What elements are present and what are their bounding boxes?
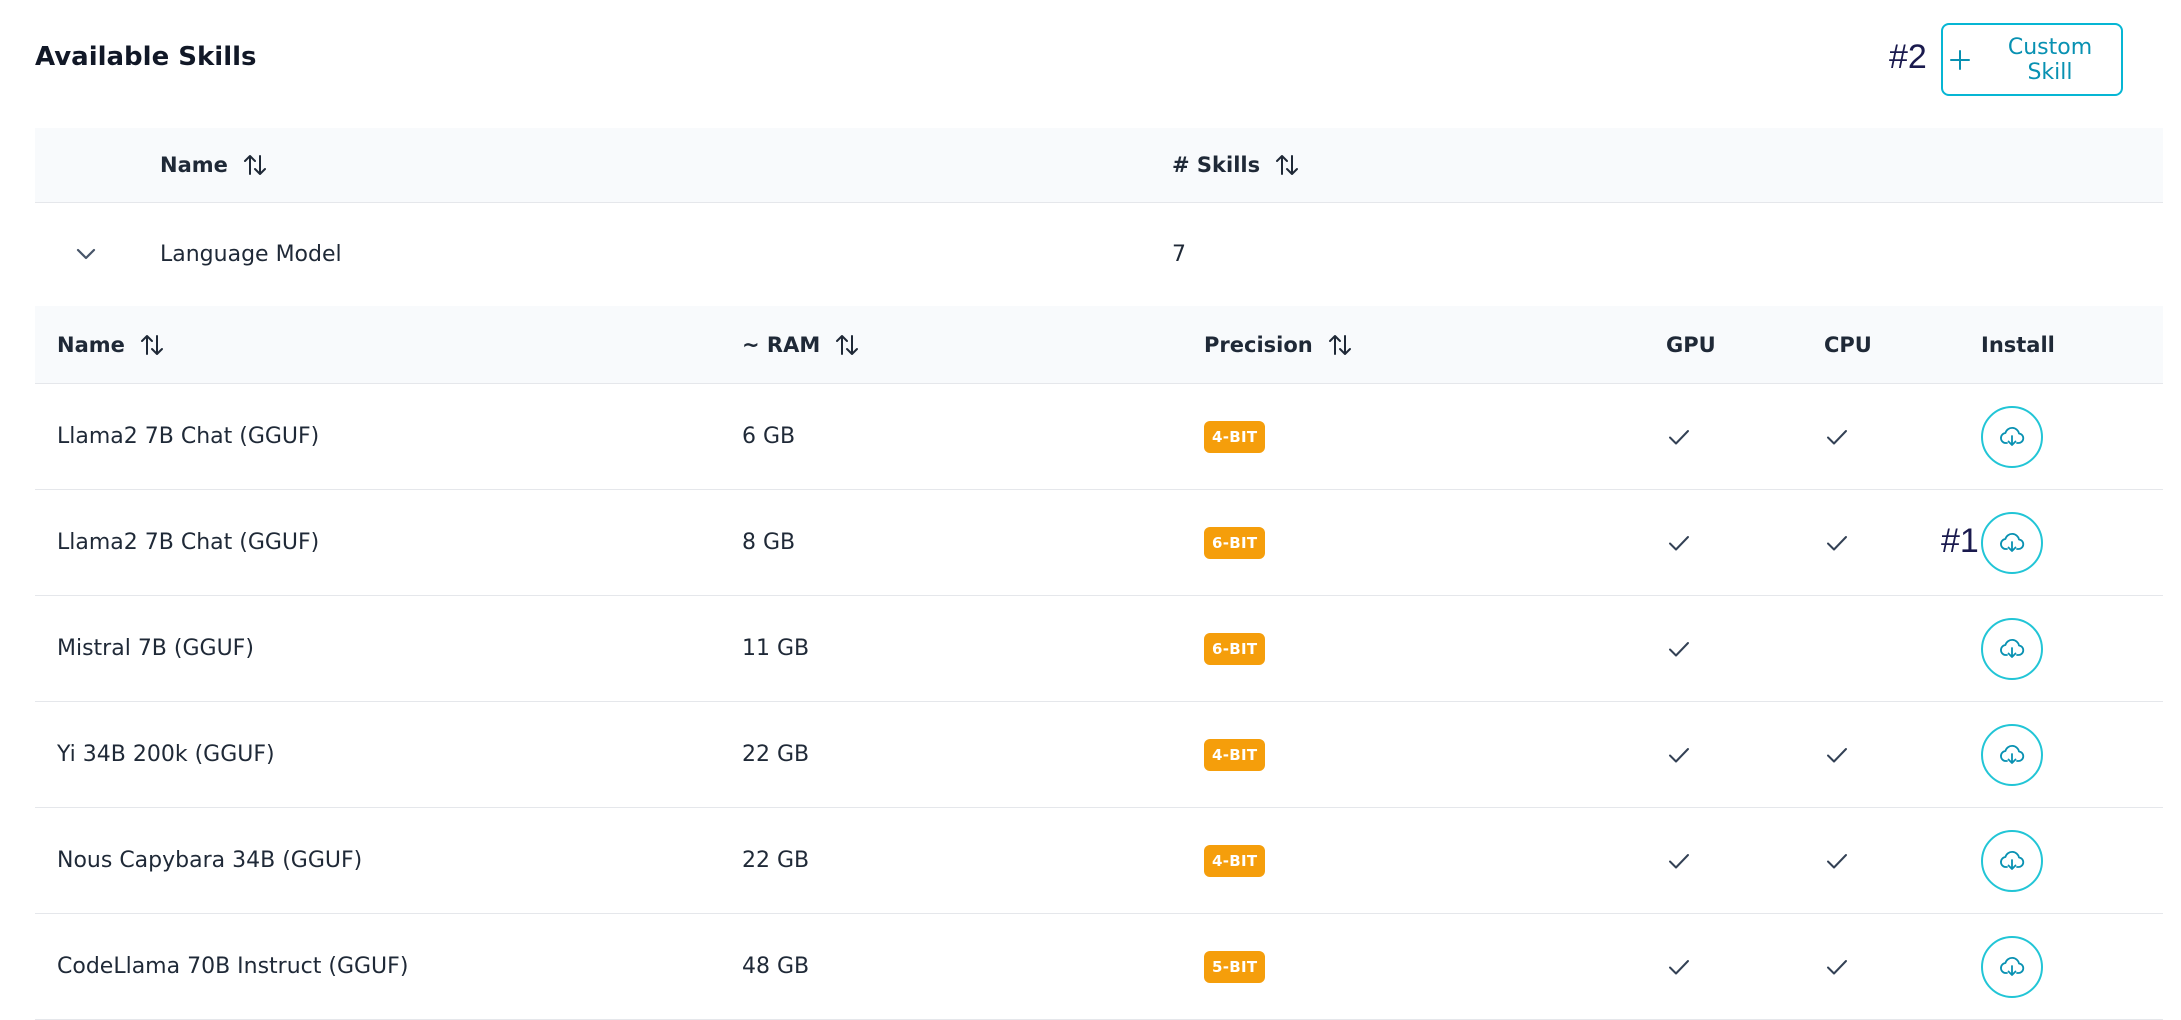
table-row: Llama2 7B Chat (GGUF) 6 GB 4-BIT — [35, 384, 2163, 490]
table-row: Mistral 7B (GGUF) 11 GB 6-BIT — [35, 596, 2163, 702]
column-header-gpu: GPU — [1666, 332, 1716, 357]
skill-ram: 11 GB — [742, 636, 810, 661]
precision-badge: 6-BIT — [1204, 632, 1266, 665]
check-icon — [1824, 742, 1850, 768]
sort-icon[interactable] — [1274, 152, 1300, 178]
page-title: Available Skills — [35, 42, 257, 72]
column-header-install: Install — [1981, 332, 2055, 357]
column-header-precision: Precision — [1204, 306, 1353, 383]
check-icon — [1666, 530, 1692, 556]
table-row: Llama2 7B Chat (GGUF) 8 GB 6-BIT — [35, 490, 2163, 596]
install-button[interactable] — [1981, 511, 2043, 574]
cloud-download-icon — [1999, 848, 2025, 874]
check-icon — [1824, 530, 1850, 556]
inner-table-header: Name ~ RAM Precision GPU CPU Install — [35, 306, 2163, 384]
group-name: Language Model — [160, 241, 342, 267]
column-header-skills-label: # Skills — [1172, 153, 1261, 177]
outer-table-header: Name # Skills — [35, 128, 2163, 203]
annotation-2: #2 — [1889, 38, 1927, 76]
cloud-download-icon — [1999, 636, 2025, 662]
column-header-cpu: CPU — [1824, 332, 1872, 357]
check-icon — [1824, 954, 1850, 980]
cloud-download-icon — [1999, 954, 2025, 980]
custom-skill-label: Custom Skill — [2007, 34, 2093, 85]
cloud-download-icon — [1999, 424, 2025, 450]
precision-badge: 5-BIT — [1204, 950, 1266, 983]
sort-icon[interactable] — [242, 152, 268, 178]
custom-skill-button[interactable]: Custom Skill — [1941, 23, 2123, 96]
chevron-down-icon[interactable] — [73, 241, 99, 267]
cloud-download-icon — [1999, 742, 2025, 768]
plus-icon — [1949, 49, 1971, 71]
column-header-name: Name — [57, 306, 165, 383]
column-header-ram-label: ~ RAM — [742, 332, 821, 357]
install-button[interactable] — [1981, 829, 2043, 892]
check-icon — [1666, 636, 1692, 662]
skill-ram: 22 GB — [742, 742, 810, 767]
skill-ram: 8 GB — [742, 530, 796, 555]
skill-name: Nous Capybara 34B (GGUF) — [57, 848, 363, 873]
column-header-name-label: Name — [160, 153, 228, 177]
group-row-language-model[interactable]: Language Model 7 — [35, 202, 2163, 307]
skill-ram: 48 GB — [742, 954, 810, 979]
precision-badge: 4-BIT — [1204, 738, 1266, 771]
column-header-precision-label: Precision — [1204, 332, 1313, 357]
cloud-download-icon — [1999, 530, 2025, 556]
check-icon — [1824, 848, 1850, 874]
precision-badge: 4-BIT — [1204, 844, 1266, 877]
sort-icon[interactable] — [834, 332, 860, 358]
check-icon — [1666, 954, 1692, 980]
column-header-name: Name — [160, 128, 268, 202]
skill-name: CodeLlama 70B Instruct (GGUF) — [57, 954, 409, 979]
column-header-ram: ~ RAM — [742, 306, 860, 383]
install-button[interactable] — [1981, 617, 2043, 680]
skill-name: Llama2 7B Chat (GGUF) — [57, 424, 320, 449]
check-icon — [1666, 848, 1692, 874]
table-row: CodeLlama 70B Instruct (GGUF) 48 GB 5-BIT — [35, 914, 2163, 1020]
table-row: Nous Capybara 34B (GGUF) 22 GB 4-BIT — [35, 808, 2163, 914]
install-button[interactable] — [1981, 405, 2043, 468]
skill-name: Llama2 7B Chat (GGUF) — [57, 530, 320, 555]
install-button[interactable] — [1981, 723, 2043, 786]
install-button[interactable] — [1981, 935, 2043, 998]
skill-name: Mistral 7B (GGUF) — [57, 636, 254, 661]
skill-ram: 6 GB — [742, 424, 796, 449]
group-skill-count: 7 — [1172, 241, 1186, 267]
precision-badge: 4-BIT — [1204, 420, 1266, 453]
precision-badge: 6-BIT — [1204, 526, 1266, 559]
sort-icon[interactable] — [139, 332, 165, 358]
check-icon — [1824, 424, 1850, 450]
table-row: Yi 34B 200k (GGUF) 22 GB 4-BIT — [35, 702, 2163, 808]
check-icon — [1666, 742, 1692, 768]
check-icon — [1666, 424, 1692, 450]
column-header-name-label: Name — [57, 332, 125, 357]
skill-name: Yi 34B 200k (GGUF) — [57, 742, 275, 767]
annotation-1: #1 — [1941, 522, 1979, 560]
column-header-skills: # Skills — [1172, 128, 1300, 202]
sort-icon[interactable] — [1327, 332, 1353, 358]
skill-ram: 22 GB — [742, 848, 810, 873]
